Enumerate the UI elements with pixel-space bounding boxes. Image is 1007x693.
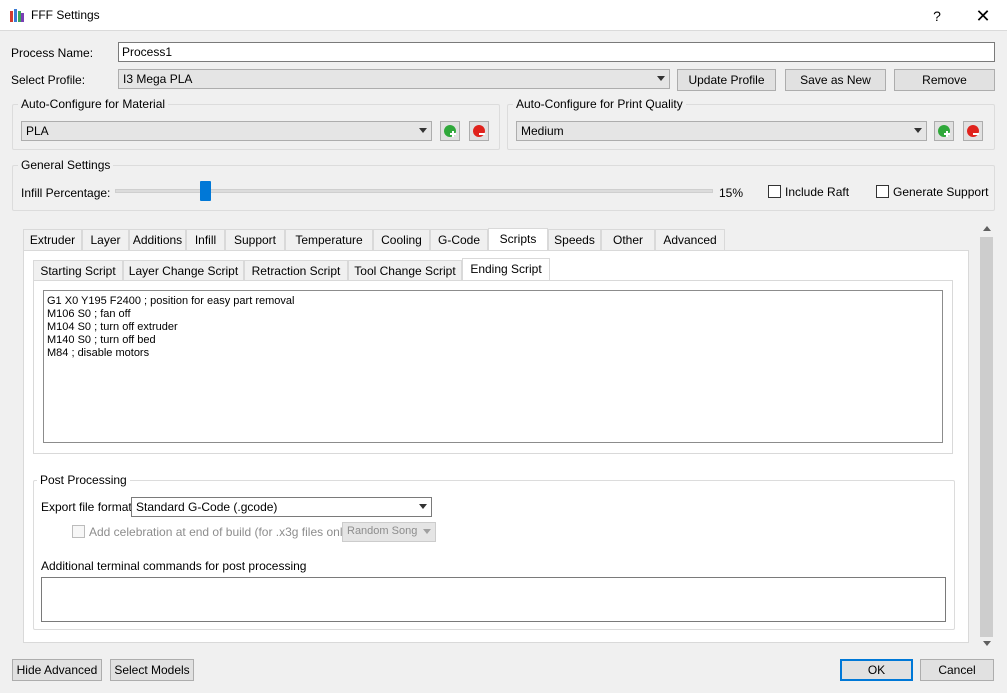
remove-profile-button[interactable]: Remove	[894, 69, 995, 91]
infill-percentage-value: 15%	[719, 186, 744, 200]
app-logo-icon	[9, 8, 25, 24]
infill-slider-handle[interactable]	[199, 181, 211, 201]
plus-icon	[444, 125, 456, 137]
vertical-scrollbar[interactable]	[978, 220, 995, 652]
chevron-down-icon	[419, 128, 427, 133]
generate-support-label: Generate Support	[893, 185, 989, 199]
song-dropdown-value: Random Song	[347, 525, 418, 537]
subtab-tool-change-script[interactable]: Tool Change Script	[348, 260, 462, 281]
hide-advanced-button[interactable]: Hide Advanced	[12, 659, 102, 681]
tab-advanced[interactable]: Advanced	[655, 229, 725, 250]
tab-support[interactable]: Support	[225, 229, 285, 250]
remove-quality-button[interactable]	[963, 121, 983, 141]
script-line: M140 S0 ; turn off bed	[47, 334, 156, 346]
celebration-label: Add celebration at end of build (for .x3…	[89, 525, 353, 539]
add-material-button[interactable]	[440, 121, 460, 141]
export-format-dropdown[interactable]: Standard G-Code (.gcode)	[131, 497, 432, 517]
subtab-ending-script[interactable]: Ending Script	[462, 258, 550, 281]
tab-additions[interactable]: Additions	[129, 229, 186, 250]
script-line: M106 S0 ; fan off	[47, 308, 131, 320]
tab-temperature[interactable]: Temperature	[285, 229, 373, 250]
tab-extruder[interactable]: Extruder	[23, 229, 82, 250]
select-models-button[interactable]: Select Models	[110, 659, 194, 681]
export-format-label: Export file format	[41, 500, 132, 514]
script-line: M84 ; disable motors	[47, 347, 150, 359]
ending-script-editor[interactable]: G1 X0 Y195 F2400 ; position for easy par…	[43, 290, 943, 443]
process-name-label: Process Name:	[11, 46, 94, 60]
subtab-starting-script[interactable]: Starting Script	[33, 260, 123, 281]
material-group-title: Auto-Configure for Material	[18, 97, 169, 111]
script-line: G1 X0 Y195 F2400 ; position for easy par…	[47, 295, 295, 307]
quality-dropdown-value: Medium	[521, 124, 564, 138]
chevron-down-icon	[419, 504, 427, 509]
infill-percentage-label: Infill Percentage:	[21, 186, 111, 200]
tab-g-code[interactable]: G-Code	[430, 229, 488, 250]
tab-speeds[interactable]: Speeds	[548, 229, 601, 250]
script-lines: G1 X0 Y195 F2400 ; position for easy par…	[47, 295, 939, 360]
chevron-down-icon	[423, 529, 431, 534]
profile-dropdown-value: I3 Mega PLA	[123, 72, 193, 86]
cancel-button[interactable]: Cancel	[920, 659, 994, 681]
close-button[interactable]: ✕	[965, 4, 1001, 28]
include-raft-checkbox[interactable]	[768, 185, 781, 198]
profile-dropdown[interactable]: I3 Mega PLA	[118, 69, 670, 89]
remove-material-button[interactable]	[469, 121, 489, 141]
update-profile-button[interactable]: Update Profile	[677, 69, 776, 91]
plus-icon	[938, 125, 950, 137]
window-title: FFF Settings	[31, 8, 100, 22]
title-bar: FFF Settings ? ✕	[0, 0, 1007, 31]
terminal-commands-label: Additional terminal commands for post pr…	[41, 559, 307, 573]
celebration-checkbox[interactable]	[72, 525, 85, 538]
scroll-down-icon[interactable]	[983, 641, 991, 646]
tab-scripts[interactable]: Scripts	[488, 228, 548, 252]
tab-layer[interactable]: Layer	[82, 229, 129, 250]
tab-cooling[interactable]: Cooling	[373, 229, 430, 250]
generate-support-checkbox[interactable]	[876, 185, 889, 198]
process-name-input[interactable]: Process1	[118, 42, 995, 62]
minus-icon	[967, 125, 979, 137]
include-raft-label: Include Raft	[785, 185, 850, 199]
minus-icon	[473, 125, 485, 137]
save-as-new-button[interactable]: Save as New	[785, 69, 886, 91]
quality-dropdown[interactable]: Medium	[516, 121, 927, 141]
chevron-down-icon	[657, 76, 665, 81]
material-dropdown[interactable]: PLA	[21, 121, 432, 141]
select-profile-label: Select Profile:	[11, 73, 86, 87]
export-format-value: Standard G-Code (.gcode)	[136, 500, 278, 514]
add-quality-button[interactable]	[934, 121, 954, 141]
general-settings-title: General Settings	[18, 158, 114, 172]
scrollbar-thumb[interactable]	[980, 237, 993, 637]
chevron-down-icon	[914, 128, 922, 133]
ok-button[interactable]: OK	[840, 659, 913, 681]
subtab-retraction-script[interactable]: Retraction Script	[244, 260, 348, 281]
script-line: M104 S0 ; turn off extruder	[47, 321, 178, 333]
scroll-up-icon[interactable]	[983, 226, 991, 231]
help-button[interactable]: ?	[925, 6, 949, 26]
quality-group-title: Auto-Configure for Print Quality	[513, 97, 686, 111]
tab-infill[interactable]: Infill	[186, 229, 225, 250]
subtab-layer-change-script[interactable]: Layer Change Script	[123, 260, 244, 281]
material-dropdown-value: PLA	[26, 124, 49, 138]
song-dropdown[interactable]: Random Song	[342, 522, 436, 542]
tab-other[interactable]: Other	[601, 229, 655, 250]
post-processing-title: Post Processing	[37, 473, 130, 487]
terminal-commands-input[interactable]	[41, 577, 946, 622]
